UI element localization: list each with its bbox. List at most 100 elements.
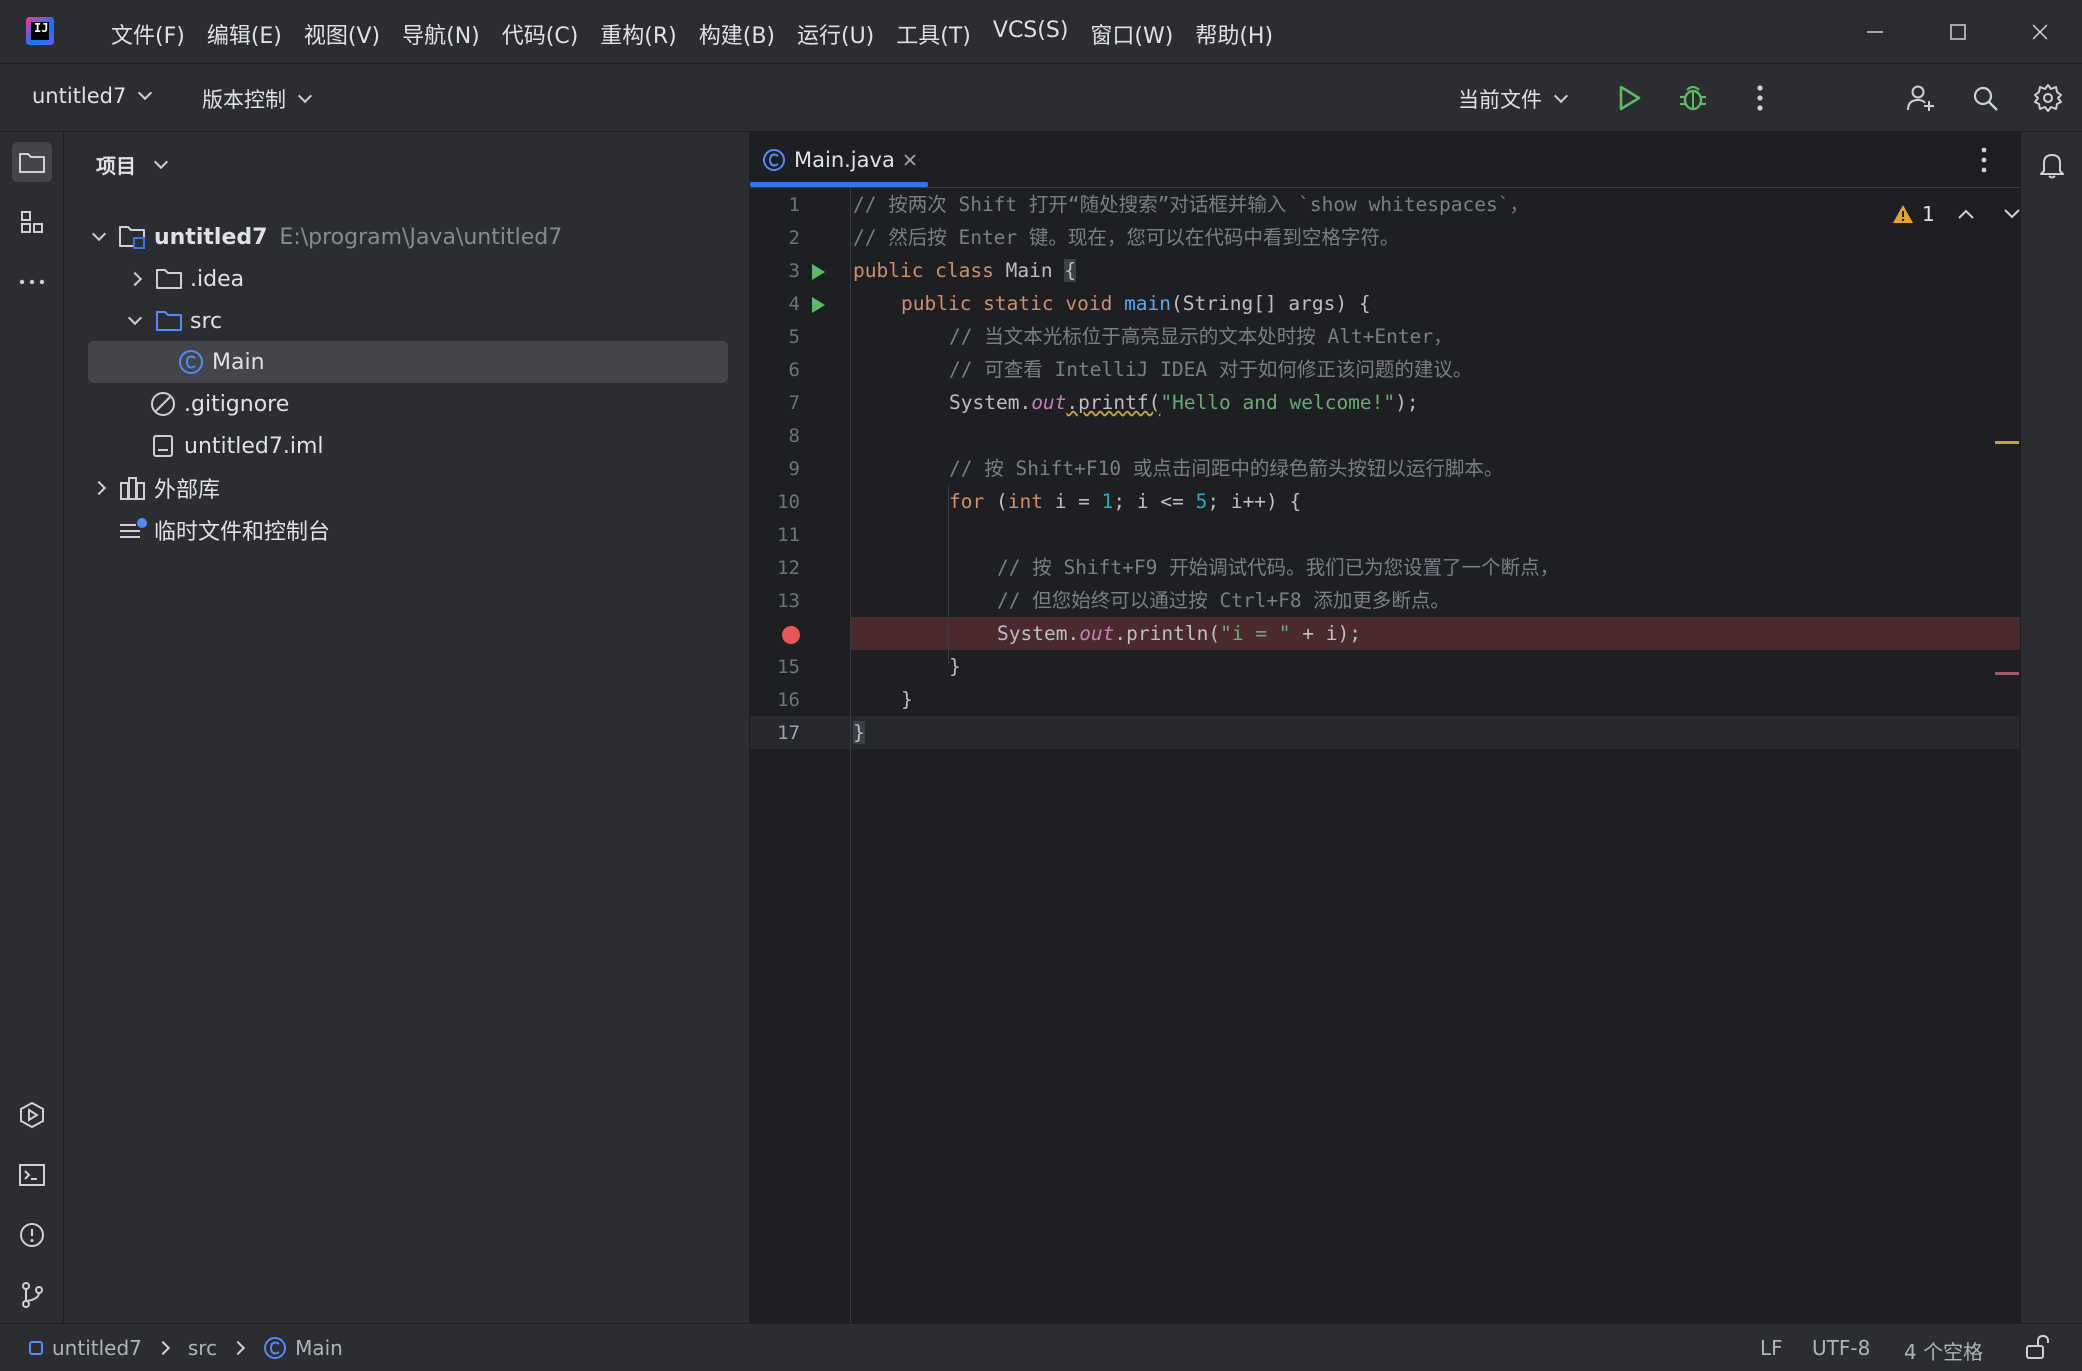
minimize-button[interactable] — [1845, 12, 1905, 52]
line-number: 10 — [777, 491, 800, 513]
project-panel-title: 项目 — [96, 154, 136, 178]
run-gutter-icon[interactable] — [812, 264, 825, 280]
library-icon — [120, 477, 145, 500]
menu-tools[interactable]: 工具(T) — [885, 14, 982, 54]
project-panel-header[interactable]: 项目 — [96, 150, 169, 179]
tree-item-src[interactable]: src — [88, 300, 792, 342]
tree-item-gitignore[interactable]: .gitignore — [88, 383, 792, 425]
code-line-2[interactable]: // 然后按 Enter 键。现在，您可以在代码中看到空格字符。 — [853, 221, 1399, 254]
tab-main-java[interactable]: Main.java — [750, 132, 929, 188]
settings-button[interactable] — [2028, 78, 2068, 118]
warning-stripe-marker[interactable] — [1995, 441, 2019, 444]
code-line-10[interactable]: for (int i = 1; i <= 5; i++) { — [949, 485, 1301, 518]
menu-edit[interactable]: 编辑(E) — [196, 14, 293, 54]
line-separator-indicator[interactable]: LF — [1760, 1336, 1783, 1360]
breadcrumb-item[interactable]: untitled7 — [52, 1336, 142, 1360]
breakpoint-stripe-marker[interactable] — [1995, 672, 2019, 675]
chevron-down-icon[interactable] — [2003, 208, 2021, 220]
menu-refactor[interactable]: 重构(R) — [589, 14, 687, 54]
code-line-16[interactable]: } — [901, 683, 913, 716]
tree-item-main[interactable]: Main — [88, 341, 728, 383]
code-line-14[interactable]: System.out.println("i = " + i); — [997, 617, 1361, 650]
code-line-7[interactable]: System.out.printf("Hello and welcome!"); — [949, 386, 1419, 419]
code-line-5[interactable]: // 当文本光标位于高亮显示的文本处时按 Alt+Enter， — [949, 320, 1453, 353]
run-icon — [1619, 85, 1641, 111]
bell-icon — [2040, 154, 2064, 179]
breakpoint-icon[interactable] — [782, 626, 800, 644]
debug-button[interactable] — [1673, 78, 1713, 118]
menu-run[interactable]: 运行(U) — [786, 14, 885, 54]
code-line-3[interactable]: public class Main { — [853, 254, 1077, 287]
encoding-indicator[interactable]: UTF-8 — [1812, 1336, 1870, 1360]
menu-help[interactable]: 帮助(H) — [1184, 14, 1284, 54]
folder-icon — [19, 153, 45, 173]
tree-item-iml[interactable]: untitled7.iml — [88, 425, 792, 467]
project-tool-button[interactable] — [12, 142, 52, 182]
readonly-toggle[interactable] — [2024, 1334, 2050, 1360]
main-toolbar: untitled7 版本控制 当前文件 — [0, 64, 2082, 132]
menu-build[interactable]: 构建(B) — [688, 14, 786, 54]
code-line-17[interactable]: } — [853, 716, 865, 749]
chevron-down-icon — [138, 85, 153, 101]
git-tool-button[interactable] — [12, 1275, 52, 1315]
problems-tool-button[interactable] — [12, 1215, 52, 1255]
terminal-icon — [19, 1164, 45, 1186]
line-number: 6 — [788, 359, 800, 381]
intellij-logo: IJ — [26, 17, 54, 45]
code-line-13[interactable]: // 但您始终可以通过按 Ctrl+F8 添加更多断点。 — [997, 584, 1450, 617]
root-path: E:\program\Java\untitled7 — [279, 224, 563, 250]
structure-tool-button[interactable] — [12, 202, 52, 242]
debug-bug-icon — [1680, 85, 1706, 111]
menu-file[interactable]: 文件(F) — [100, 14, 196, 54]
notifications-button[interactable] — [2033, 146, 2071, 184]
tree-item-external-libraries[interactable]: 外部库 — [88, 467, 792, 509]
menu-view[interactable]: 视图(V) — [293, 14, 391, 54]
code-line-1[interactable]: // 按两次 Shift 打开“随处搜索”对话框并输入 `show whites… — [853, 188, 1529, 221]
chevron-up-icon[interactable] — [1957, 208, 1975, 220]
editor-tabs-menu-button[interactable] — [1980, 146, 1988, 180]
right-tool-strip — [2020, 132, 2082, 1323]
close-tab-icon[interactable] — [903, 153, 917, 167]
more-actions-button[interactable] — [1740, 78, 1780, 118]
line-number: 17 — [777, 722, 800, 744]
run-button[interactable] — [1609, 78, 1649, 118]
chevron-down-icon — [1553, 88, 1569, 104]
tree-item-idea[interactable]: .idea — [88, 258, 792, 300]
breadcrumb-item[interactable]: Main — [295, 1336, 343, 1360]
more-tools-button[interactable] — [12, 262, 52, 302]
add-user-icon — [1907, 85, 1934, 111]
menu-code[interactable]: 代码(C) — [491, 14, 590, 54]
menu-navigate[interactable]: 导航(N) — [391, 14, 491, 54]
menu-vcs[interactable]: VCS(S) — [982, 14, 1080, 54]
run-config-selector[interactable]: 当前文件 — [1458, 84, 1569, 114]
more-vertical-icon — [1981, 147, 1987, 173]
close-window-button[interactable] — [2010, 12, 2070, 52]
project-selector[interactable]: untitled7 — [32, 84, 153, 108]
terminal-tool-button[interactable] — [12, 1155, 52, 1195]
run-gutter-icon[interactable] — [812, 297, 825, 313]
vcs-selector[interactable]: 版本控制 — [202, 84, 313, 114]
maximize-button[interactable] — [1928, 12, 1988, 52]
chevron-down-icon — [153, 154, 169, 169]
inspection-widget[interactable]: 1 — [1892, 202, 2021, 226]
line-number: 7 — [788, 392, 800, 414]
services-tool-button[interactable] — [12, 1095, 52, 1135]
menu-window[interactable]: 窗口(W) — [1079, 14, 1184, 54]
code-line-12[interactable]: // 按 Shift+F9 开始调试代码。我们已为您设置了一个断点， — [997, 551, 1559, 584]
tree-item-scratches[interactable]: 临时文件和控制台 — [88, 509, 792, 551]
indent-indicator[interactable]: 4 个空格 — [1904, 1336, 1983, 1365]
breadcrumb-item[interactable]: src — [188, 1336, 217, 1360]
chevron-down-icon — [297, 88, 313, 104]
add-user-button[interactable] — [1901, 78, 1941, 118]
line-number: 8 — [788, 425, 800, 447]
code-line-9[interactable]: // 按 Shift+F10 或点击间距中的绿色箭头按钮以运行脚本。 — [949, 452, 1503, 485]
code-line-4[interactable]: public static void main(String[] args) { — [901, 287, 1371, 320]
tree-item-root[interactable]: untitled7 E:\program\Java\untitled7 — [88, 216, 792, 258]
code-line-6[interactable]: // 可查看 IntelliJ IDEA 对于如何修正该问题的建议。 — [949, 353, 1472, 386]
chevron-right-icon — [127, 271, 143, 287]
chevron-right-icon — [231, 1340, 246, 1356]
search-everywhere-button[interactable] — [1965, 78, 2005, 118]
java-class-icon — [264, 1337, 287, 1359]
chevron-down-icon — [127, 310, 143, 326]
code-line-15[interactable]: } — [949, 650, 961, 683]
